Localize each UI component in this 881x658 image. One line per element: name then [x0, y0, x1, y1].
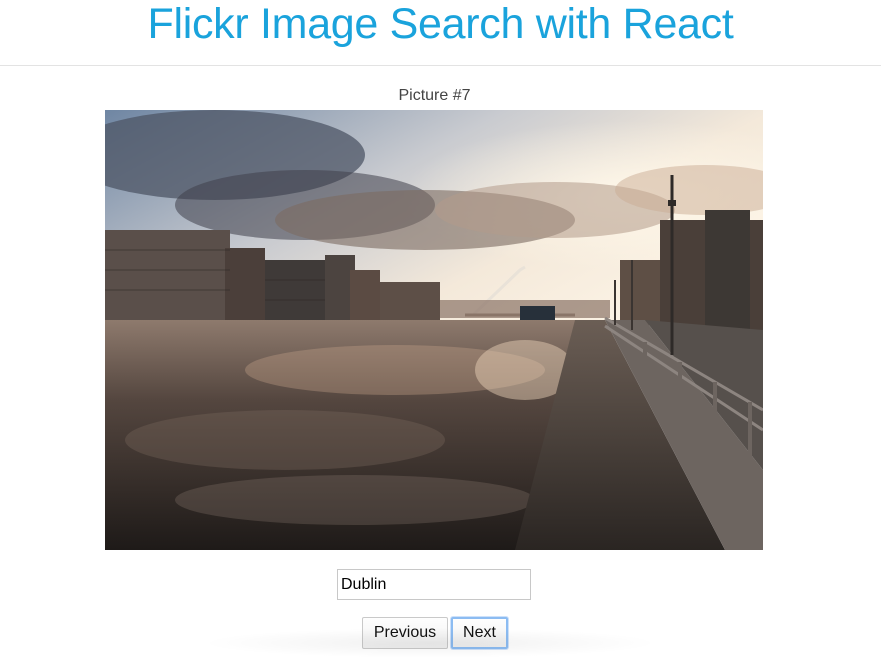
- app-header: Flickr Image Search with React: [0, 0, 881, 66]
- previous-button[interactable]: Previous: [362, 617, 448, 649]
- picture-caption: Picture #7: [398, 87, 471, 104]
- next-button[interactable]: Next: [451, 617, 508, 649]
- photo: [105, 110, 763, 550]
- page-title: Flickr Image Search with React: [147, 0, 734, 48]
- search-input[interactable]: [337, 569, 531, 600]
